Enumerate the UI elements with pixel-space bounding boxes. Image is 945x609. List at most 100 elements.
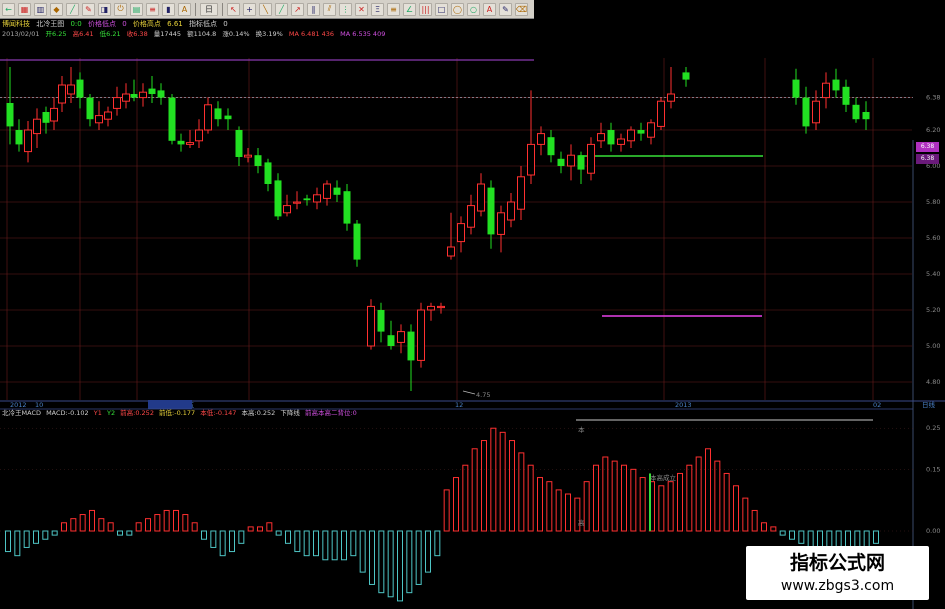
price-axis-label: 5.20 (926, 306, 940, 314)
macd-bar-negative (303, 530, 310, 557)
macd-top-label: 本 (578, 425, 585, 434)
candle-down (487, 187, 495, 235)
macd-bar-positive (667, 481, 674, 532)
macd-bar-negative (807, 530, 814, 548)
macd-bar-positive (583, 481, 590, 532)
macd-bar-positive (742, 497, 749, 532)
candle-down (637, 130, 645, 134)
candle-up (283, 205, 291, 214)
macd-bar-positive (611, 460, 618, 532)
candle-up (667, 93, 675, 102)
candle-up (244, 154, 252, 158)
candle-up (517, 176, 525, 210)
candle-up (567, 154, 575, 167)
macd-bar-negative (117, 530, 123, 536)
macd-bar-negative (845, 530, 851, 548)
macd-bar-negative (425, 530, 431, 573)
candle-up (33, 118, 41, 135)
macd-bar-positive (182, 514, 189, 532)
macd-bar-positive (61, 522, 67, 532)
macd-axis-label: 0.15 (926, 465, 940, 473)
right-blue-label: 日线 (922, 400, 936, 409)
candle-up (597, 133, 605, 142)
candle-up (477, 183, 485, 212)
macd-bar-positive (70, 518, 77, 532)
candle-down (557, 158, 565, 166)
macd-bar-positive (453, 477, 459, 532)
candle-up (417, 309, 425, 361)
macd-bar-positive (602, 456, 609, 532)
macd-bar-positive (630, 468, 637, 532)
macd-bar-positive (527, 464, 534, 532)
macd-cur-high: 本高:0.252 (241, 409, 276, 417)
candle-up (367, 305, 375, 347)
candle-down (577, 155, 585, 170)
macd-bar-positive (770, 526, 777, 532)
macd-bar-negative (434, 530, 441, 557)
candle-up (812, 100, 820, 124)
date-label: 02 (873, 401, 881, 409)
macd-bar-negative (23, 530, 30, 548)
candle-up (95, 115, 103, 124)
macd-bar-negative (126, 530, 133, 536)
macd-y2: Y2 (106, 409, 116, 417)
candle-down (254, 155, 262, 166)
kline-chart[interactable]: 4.756.386.206.005.805.605.405.205.004.80… (0, 0, 945, 609)
macd-bar-negative (210, 530, 217, 548)
macd-bar-positive (191, 522, 198, 532)
candle-up (397, 331, 405, 343)
macd-bar-negative (5, 530, 11, 553)
price-axis-label: 5.80 (926, 198, 940, 206)
macd-bar-negative (854, 530, 861, 548)
price-axis-label: 6.20 (926, 126, 940, 134)
macd-bar-negative (275, 530, 282, 536)
macd-title[interactable]: 北冷王MACD (2, 409, 41, 417)
candle-down (15, 130, 23, 145)
macd-bar-negative (313, 530, 319, 557)
macd-bar-negative (42, 530, 49, 540)
macd-bar-negative (238, 530, 245, 544)
candle-up (587, 143, 595, 174)
candle-down (130, 94, 138, 98)
macd-bar-positive (163, 509, 170, 532)
macd-bar-negative (873, 530, 879, 544)
macd-bar-positive (145, 518, 151, 532)
macd-bar-positive (518, 452, 525, 532)
macd-bar-positive (677, 472, 683, 532)
macd-bar-positive (639, 477, 646, 532)
macd-bar-positive (509, 440, 515, 532)
macd-bar-negative (789, 530, 795, 540)
price-axis-label: 5.00 (926, 342, 940, 350)
macd-bar-negative (835, 530, 842, 548)
candle-up (537, 133, 545, 145)
macd-cross-label: 本高成立 (650, 473, 677, 482)
macd-bar-positive (462, 464, 469, 532)
candle-up (497, 212, 505, 235)
macd-value: MACD:-0.102 (46, 409, 89, 417)
macd-bar-positive (658, 485, 665, 532)
candle-down (168, 97, 176, 141)
price-axis-label: 5.40 (926, 270, 940, 278)
candle-down (42, 112, 50, 123)
candle-up (527, 143, 535, 176)
candle-down (802, 97, 810, 127)
candle-up (647, 122, 655, 138)
macd-bar-negative (397, 530, 403, 602)
macd-bar-negative (219, 530, 226, 557)
macd-cur-low: 本低:-0.147 (200, 409, 237, 417)
macd-down-line: 下降线 (280, 409, 300, 417)
macd-bar-positive (154, 514, 161, 532)
candle-up (467, 205, 475, 228)
macd-bar-negative (201, 530, 207, 540)
macd-bar-negative (369, 530, 375, 585)
candle-up (50, 107, 58, 122)
macd-bar-positive (98, 518, 105, 532)
macd-bar-negative (826, 530, 833, 548)
candle-down (86, 97, 94, 120)
price-axis-label: 5.60 (926, 234, 940, 242)
macd-bar-positive (135, 522, 142, 532)
candle-up (447, 246, 455, 257)
candle-up (58, 84, 66, 104)
candle-up (822, 82, 830, 99)
current-price-tag-secondary: 6.38 (916, 154, 939, 164)
